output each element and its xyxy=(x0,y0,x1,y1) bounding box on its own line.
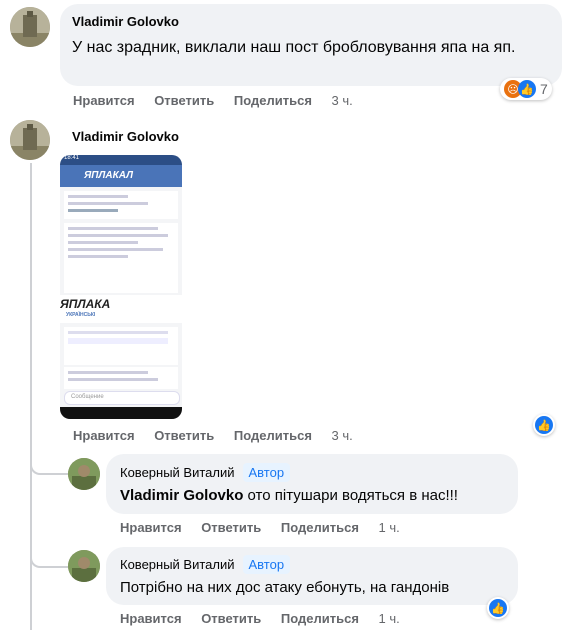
comment-author[interactable]: Vladimir Golovko xyxy=(72,14,179,29)
share-button[interactable]: Поделиться xyxy=(234,93,312,108)
like-icon: 👍 xyxy=(489,599,507,617)
reply-author[interactable]: Коверный Виталий xyxy=(120,465,235,480)
reply-text: Vladimir Golovko ото пітушари водяться в… xyxy=(120,486,510,506)
comment-bubble: Vladimir Golovko У нас зрадник, виклали … xyxy=(60,4,562,86)
reply-text: Потрібно на них дос атаку ебонуть, на га… xyxy=(120,579,450,596)
reaction-summary[interactable]: ☹ 👍 7 xyxy=(500,78,552,100)
phone-app-header: ЯПЛАКАЛ xyxy=(60,165,182,187)
mention-link[interactable]: Vladimir Golovko xyxy=(120,487,243,504)
brand-subtext: УКРАЇНСЬКІ xyxy=(66,312,96,318)
phone-status-bar: 18:41 xyxy=(60,155,182,165)
comment-actions: Нравится Ответить Поделиться 3 ч. xyxy=(73,428,369,443)
reaction-summary[interactable]: 👍 xyxy=(533,414,555,436)
reply-button[interactable]: Ответить xyxy=(154,93,214,108)
like-button[interactable]: Нравится xyxy=(73,93,135,108)
avatar[interactable] xyxy=(10,7,50,47)
phone-link-preview: ЯПЛАКА УКРАЇНСЬКІ xyxy=(60,295,182,323)
brand-text: ЯПЛАКА xyxy=(60,297,111,311)
thread-line xyxy=(30,163,32,473)
timestamp[interactable]: 1 ч. xyxy=(379,611,400,626)
share-button[interactable]: Поделиться xyxy=(281,520,359,535)
attachment-image[interactable]: 18:41 ЯПЛАКАЛ ЯПЛАКА УКРАЇНСЬКІ Сообщени… xyxy=(60,155,182,419)
share-button[interactable]: Поделиться xyxy=(281,611,359,626)
timestamp[interactable]: 3 ч. xyxy=(332,428,353,443)
reaction-count: 7 xyxy=(540,81,548,97)
like-icon: 👍 xyxy=(518,80,536,98)
comment-author[interactable]: Vladimir Golovko xyxy=(72,129,179,144)
author-badge: Автор xyxy=(242,555,291,574)
comment-actions: Нравится Ответить Поделиться 3 ч. xyxy=(73,93,369,108)
avatar-image xyxy=(10,120,50,160)
composer-placeholder: Сообщение xyxy=(71,394,104,400)
thread-elbow xyxy=(30,548,68,568)
reply-author[interactable]: Коверный Виталий xyxy=(120,557,235,572)
app-logo: ЯПЛАКАЛ xyxy=(84,170,133,181)
avatar[interactable] xyxy=(10,120,50,160)
like-button[interactable]: Нравится xyxy=(73,428,135,443)
reply-bubble: Коверный Виталий Автор Потрібно на них д… xyxy=(106,547,518,605)
avatar-image xyxy=(68,458,100,490)
timestamp[interactable]: 3 ч. xyxy=(332,93,353,108)
phone-comment xyxy=(64,223,178,293)
comment-text: У нас зрадник, виклали наш пост броблову… xyxy=(72,39,516,56)
reply-actions: Нравится Ответить Поделиться 1 ч. xyxy=(120,611,416,626)
status-time: 18:41 xyxy=(64,155,80,161)
phone-nav-bar xyxy=(60,407,182,419)
reply-actions: Нравится Ответить Поделиться 1 ч. xyxy=(120,520,416,535)
share-button[interactable]: Поделиться xyxy=(234,428,312,443)
reply-message: ото пітушари водяться в нас!!! xyxy=(243,487,458,504)
phone-post xyxy=(64,191,178,219)
like-button[interactable]: Нравится xyxy=(120,520,182,535)
like-button[interactable]: Нравится xyxy=(120,611,182,626)
phone-replies xyxy=(64,367,178,389)
reply-button[interactable]: Ответить xyxy=(154,428,214,443)
reply-bubble: Коверный Виталий Автор Vladimir Golovko … xyxy=(106,454,518,514)
phone-composer: Сообщение xyxy=(64,391,180,405)
timestamp[interactable]: 1 ч. xyxy=(379,520,400,535)
reply-button[interactable]: Ответить xyxy=(201,611,261,626)
reply-button[interactable]: Ответить xyxy=(201,520,261,535)
phone-reactions xyxy=(64,327,178,365)
reaction-summary[interactable]: 👍 xyxy=(487,597,509,619)
avatar[interactable] xyxy=(68,458,100,490)
author-badge: Автор xyxy=(242,463,291,482)
avatar-image xyxy=(68,550,100,582)
avatar[interactable] xyxy=(68,550,100,582)
thread-elbow xyxy=(30,455,68,475)
like-icon: 👍 xyxy=(535,416,553,434)
avatar-image xyxy=(10,7,50,47)
